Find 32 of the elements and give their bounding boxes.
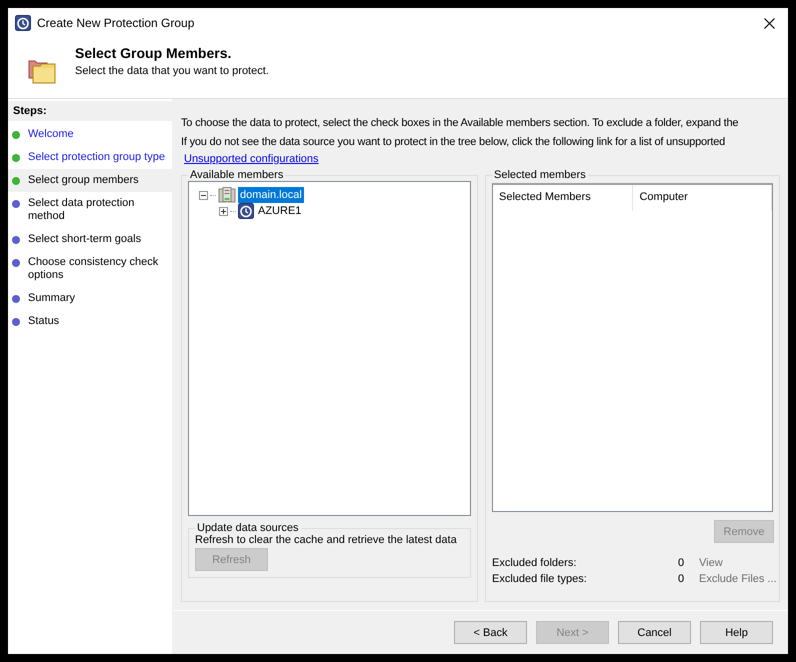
tree-view[interactable]: domain.local AZURE1	[188, 181, 471, 516]
app-icon	[15, 15, 31, 31]
group-title: Selected members	[493, 169, 587, 181]
refresh-description: Refresh to clear the cache and retrieve the latest data	[195, 534, 458, 546]
window-title: Create New Protection Group	[37, 16, 196, 30]
tree-item[interactable]: domain.local	[238, 187, 304, 203]
unsupported-configurations-link[interactable]: Unsupported configurations	[184, 153, 319, 165]
page-title: Select Group Members.	[75, 45, 232, 61]
exclusion-count: 0	[676, 557, 686, 569]
wizard-button[interactable]: Cancel	[618, 621, 691, 644]
collapse-icon[interactable]	[199, 190, 208, 200]
step-item[interactable]: Select group members	[8, 169, 172, 192]
page-subtitle: Select the data that you want to protect.	[75, 65, 269, 77]
selected-members-list[interactable]: Selected Members Computer	[492, 183, 773, 512]
expand-icon[interactable]	[219, 206, 228, 216]
wizard-button[interactable]: Help	[700, 621, 773, 644]
wizard-button[interactable]: < Back	[454, 621, 527, 644]
exclusion-label: Excluded file types:	[492, 573, 588, 585]
group-title: Available members	[189, 169, 284, 181]
close-icon[interactable]	[764, 18, 774, 28]
group-title: Update data sources	[196, 522, 300, 534]
tree-item[interactable]: AZURE1	[256, 203, 304, 219]
instruction-text: If you do not see the data source you want to protect in the tree below, click the following link for a list of unsupported	[181, 135, 726, 150]
column-header[interactable]: Selected Members	[493, 185, 634, 211]
server-rack-icon	[218, 187, 236, 203]
clock-icon	[238, 203, 254, 219]
exclusion-label: Excluded folders:	[492, 557, 578, 569]
folder-icon	[28, 58, 56, 84]
instruction-text: To choose the data to protect, select the check boxes in the Available members section. To exclude a folder, expand the	[181, 116, 740, 131]
steps-heading: Steps:	[8, 101, 172, 121]
column-header[interactable]: Computer	[633, 185, 772, 211]
exclusion-count: 0	[676, 573, 686, 585]
